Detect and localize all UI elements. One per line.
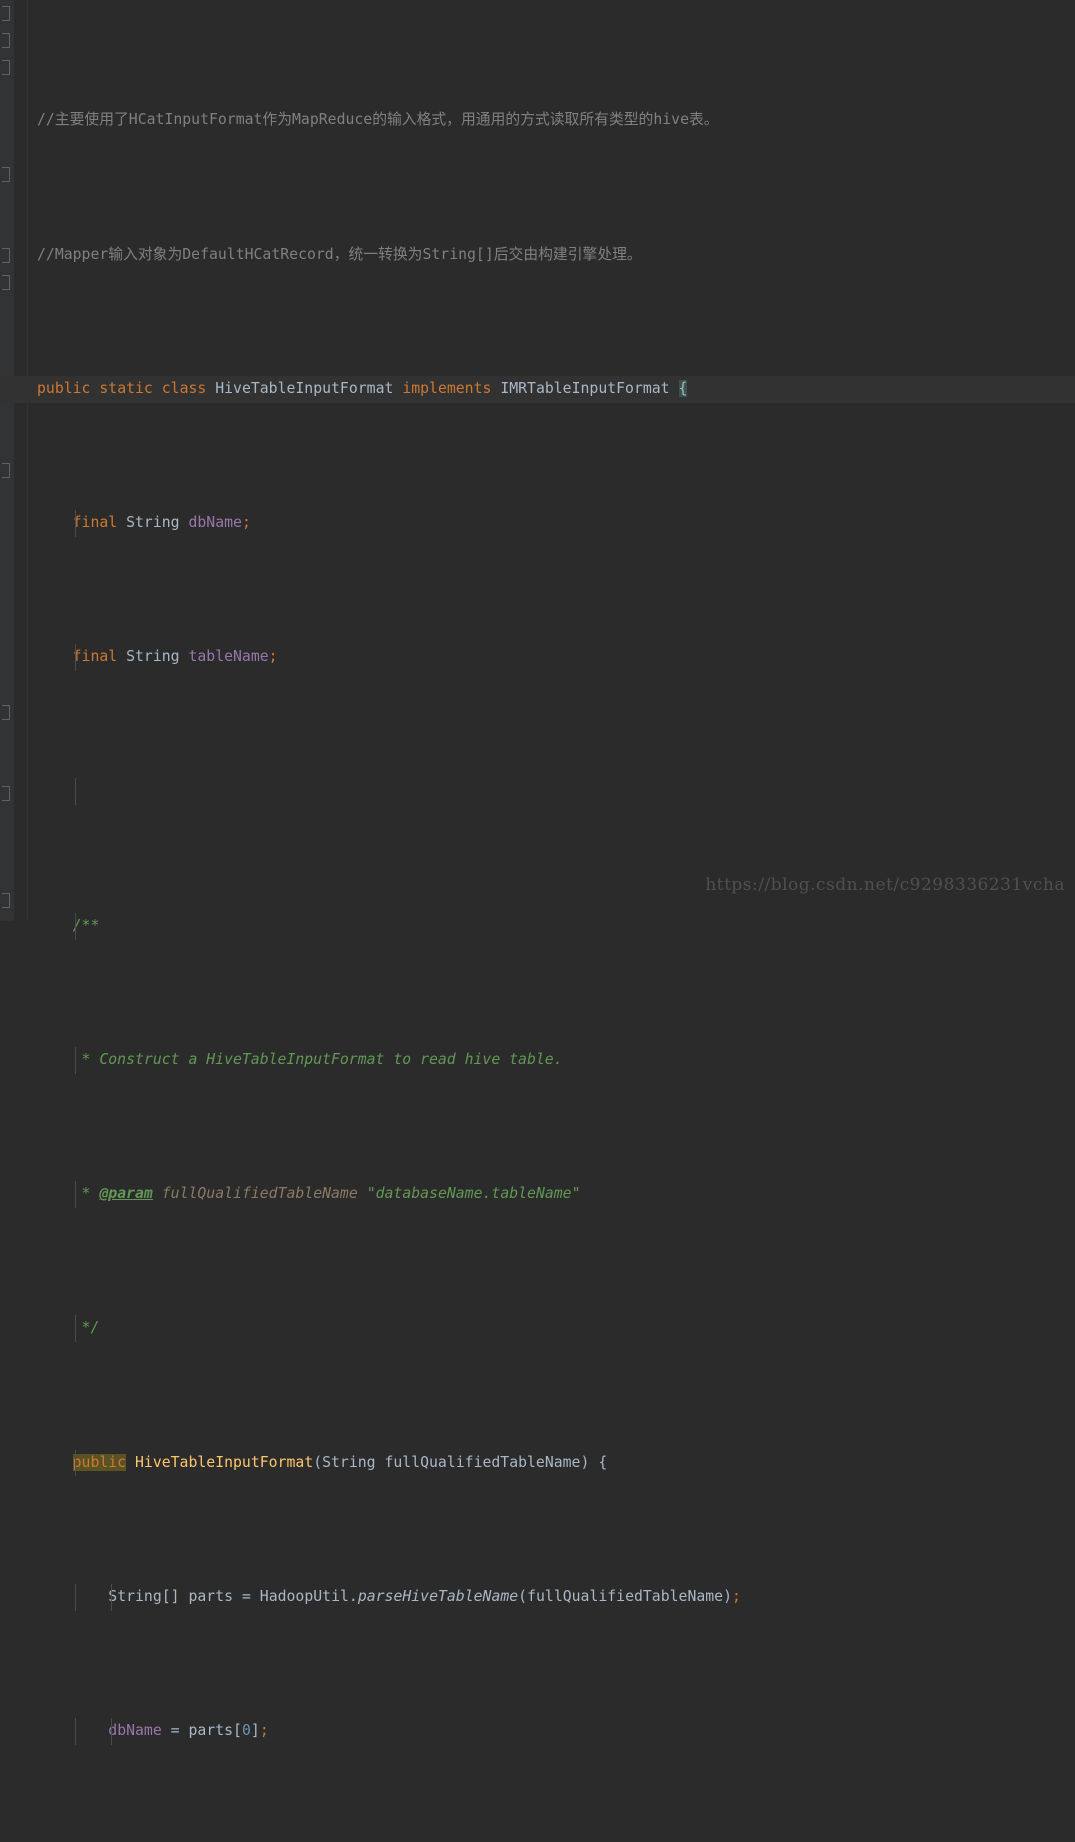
javadoc-close: */ bbox=[81, 1319, 100, 1337]
indent-guide bbox=[75, 1046, 76, 1074]
class-hadooputil: HadoopUtil bbox=[259, 1587, 349, 1605]
javadoc-param-desc: "databaseName.tableName" bbox=[366, 1185, 581, 1203]
field-dbname: dbName bbox=[188, 514, 242, 532]
code-line[interactable]: public HiveTableInputFormat(String fullQ… bbox=[29, 1449, 1075, 1477]
indent-guide bbox=[111, 1718, 112, 1745]
watermark-url: https://blog.csdn.net/c9298336231vcha bbox=[705, 875, 1065, 895]
constructor-name: HiveTableInputFormat bbox=[135, 1453, 314, 1471]
paren: ) bbox=[580, 1453, 590, 1471]
indent-guide bbox=[75, 912, 76, 940]
indent-guide bbox=[75, 644, 76, 672]
semicolon: ; bbox=[268, 648, 278, 666]
code-editor[interactable]: //主要使用了HCatInputFormat作为MapReduce的输入格式，用… bbox=[0, 0, 1075, 1745]
code-line[interactable]: //主要使用了HCatInputFormat作为MapReduce的输入格式，用… bbox=[29, 107, 1075, 134]
semicolon: ; bbox=[732, 1587, 741, 1605]
indent-guide bbox=[75, 510, 76, 537]
arg-fullqualifiedtablename: fullQualifiedTableName bbox=[527, 1587, 724, 1605]
class-name: HiveTableInputFormat bbox=[215, 379, 394, 397]
code-line[interactable]: final String tableName; bbox=[29, 644, 1075, 672]
paren: ( bbox=[313, 1453, 323, 1471]
param-name: fullQualifiedTableName bbox=[384, 1453, 581, 1471]
var-parts: parts bbox=[188, 1587, 234, 1605]
keyword-static: static bbox=[99, 379, 153, 397]
keyword-final: final bbox=[72, 648, 118, 666]
javadoc-param-name: fullQualifiedTableName bbox=[161, 1185, 358, 1203]
code-line[interactable] bbox=[29, 778, 1075, 806]
fold-marker[interactable] bbox=[2, 6, 10, 21]
javadoc-text: * Construct a HiveTableInputFormat to re… bbox=[81, 1050, 563, 1068]
indent-guide bbox=[75, 1315, 76, 1343]
keyword-final: final bbox=[72, 514, 118, 532]
array-brackets: [] bbox=[161, 1587, 180, 1605]
field-dbname: dbName bbox=[108, 1722, 162, 1739]
keyword-implements: implements bbox=[402, 379, 492, 397]
gutter-strip bbox=[14, 0, 28, 921]
operator-assign: = bbox=[241, 1587, 251, 1605]
javadoc-asterisk: * bbox=[81, 1185, 91, 1203]
brace-open: { bbox=[598, 1453, 608, 1471]
fold-gutter[interactable] bbox=[0, 0, 14, 921]
type-string: String bbox=[126, 648, 180, 666]
indent-guide bbox=[75, 778, 76, 806]
code-line[interactable]: dbName = parts[0]; bbox=[29, 1718, 1075, 1745]
fold-marker[interactable] bbox=[2, 786, 10, 801]
code-line[interactable]: */ bbox=[29, 1315, 1075, 1343]
type-string: String bbox=[322, 1453, 376, 1471]
indent-guide bbox=[75, 1583, 76, 1611]
javadoc-param-tag: @param bbox=[99, 1185, 153, 1203]
indent-guide bbox=[75, 1718, 76, 1745]
matching-brace-open: { bbox=[678, 379, 688, 397]
code-line[interactable]: public static class HiveTableInputFormat… bbox=[0, 375, 1075, 403]
indent-guide bbox=[75, 1181, 76, 1208]
var-parts: parts bbox=[188, 1722, 234, 1739]
code-content[interactable]: //主要使用了HCatInputFormat作为MapReduce的输入格式，用… bbox=[0, 0, 1075, 1745]
paren: ) bbox=[723, 1587, 733, 1605]
code-line[interactable]: String[] parts = HadoopUtil.parseHiveTab… bbox=[29, 1583, 1075, 1611]
code-line[interactable]: /** bbox=[29, 912, 1075, 940]
type-string-array: String bbox=[108, 1587, 162, 1605]
keyword-class: class bbox=[161, 379, 207, 397]
fold-marker[interactable] bbox=[2, 60, 10, 75]
code-line[interactable]: * Construct a HiveTableInputFormat to re… bbox=[29, 1046, 1075, 1074]
fold-marker[interactable] bbox=[2, 463, 10, 478]
dot: . bbox=[348, 1587, 358, 1605]
semicolon: ; bbox=[241, 514, 251, 532]
keyword-public: public bbox=[37, 379, 91, 397]
field-tablename: tableName bbox=[188, 648, 269, 666]
indent-guide bbox=[111, 1583, 112, 1611]
fold-marker[interactable] bbox=[2, 167, 10, 182]
indent-guide bbox=[75, 1449, 76, 1477]
keyword-public-highlighted: public bbox=[72, 1453, 127, 1471]
fold-marker[interactable] bbox=[2, 705, 10, 720]
paren: ( bbox=[518, 1587, 528, 1605]
fold-marker[interactable] bbox=[2, 893, 10, 908]
type-string: String bbox=[126, 514, 180, 532]
bracket: ] bbox=[250, 1722, 260, 1739]
javadoc-open: /** bbox=[72, 916, 100, 934]
line-comment: //主要使用了HCatInputFormat作为MapReduce的输入格式，用… bbox=[37, 111, 719, 129]
number-index: 0 bbox=[241, 1722, 251, 1739]
fold-marker[interactable] bbox=[2, 248, 10, 263]
code-line[interactable]: //Mapper输入对象为DefaultHCatRecord，统一转换为Stri… bbox=[29, 242, 1075, 269]
interface-name: IMRTableInputFormat bbox=[500, 379, 670, 397]
semicolon: ; bbox=[259, 1722, 269, 1739]
operator-assign: = bbox=[170, 1722, 180, 1739]
code-line[interactable]: final String dbName; bbox=[29, 510, 1075, 537]
method-parsehivetablename: parseHiveTableName bbox=[357, 1587, 519, 1605]
code-line[interactable]: * @param fullQualifiedTableName "databas… bbox=[29, 1181, 1075, 1208]
bracket: [ bbox=[233, 1722, 242, 1739]
line-comment: //Mapper输入对象为DefaultHCatRecord，统一转换为Stri… bbox=[37, 245, 642, 263]
fold-marker[interactable] bbox=[2, 275, 10, 290]
fold-marker[interactable] bbox=[2, 33, 10, 48]
